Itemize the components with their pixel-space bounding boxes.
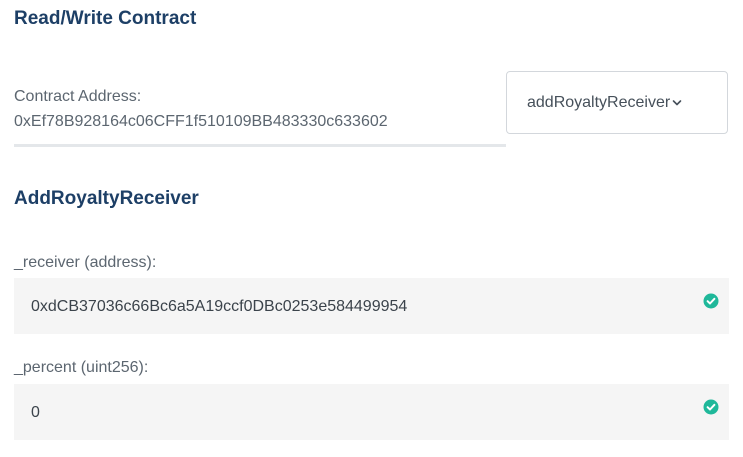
- page-title: Read/Write Contract: [14, 8, 197, 29]
- method-select-value: addRoyaltyReceiver: [527, 93, 671, 111]
- receiver-input-value: 0xdCB37036c66Bc6a5A19ccf0DBc0253e5844999…: [31, 298, 408, 315]
- percent-input-value: 0: [31, 404, 40, 421]
- receiver-param-label: _receiver (address):: [14, 254, 157, 271]
- chevron-down-icon: [672, 99, 682, 107]
- percent-input[interactable]: 0: [14, 384, 729, 440]
- check-circle-icon: [703, 399, 719, 415]
- percent-param-label: _percent (uint256):: [14, 359, 149, 376]
- contract-address-divider: [14, 144, 506, 147]
- method-select[interactable]: addRoyaltyReceiver: [506, 71, 728, 134]
- receiver-input[interactable]: 0xdCB37036c66Bc6a5A19ccf0DBc0253e5844999…: [14, 278, 729, 334]
- contract-address-value: 0xEf78B928164c06CFF1f510109BB483330c6336…: [14, 113, 388, 130]
- contract-address-label: Contract Address:: [14, 88, 142, 105]
- check-circle-icon: [703, 293, 719, 309]
- function-title: AddRoyaltyReceiver: [14, 188, 199, 209]
